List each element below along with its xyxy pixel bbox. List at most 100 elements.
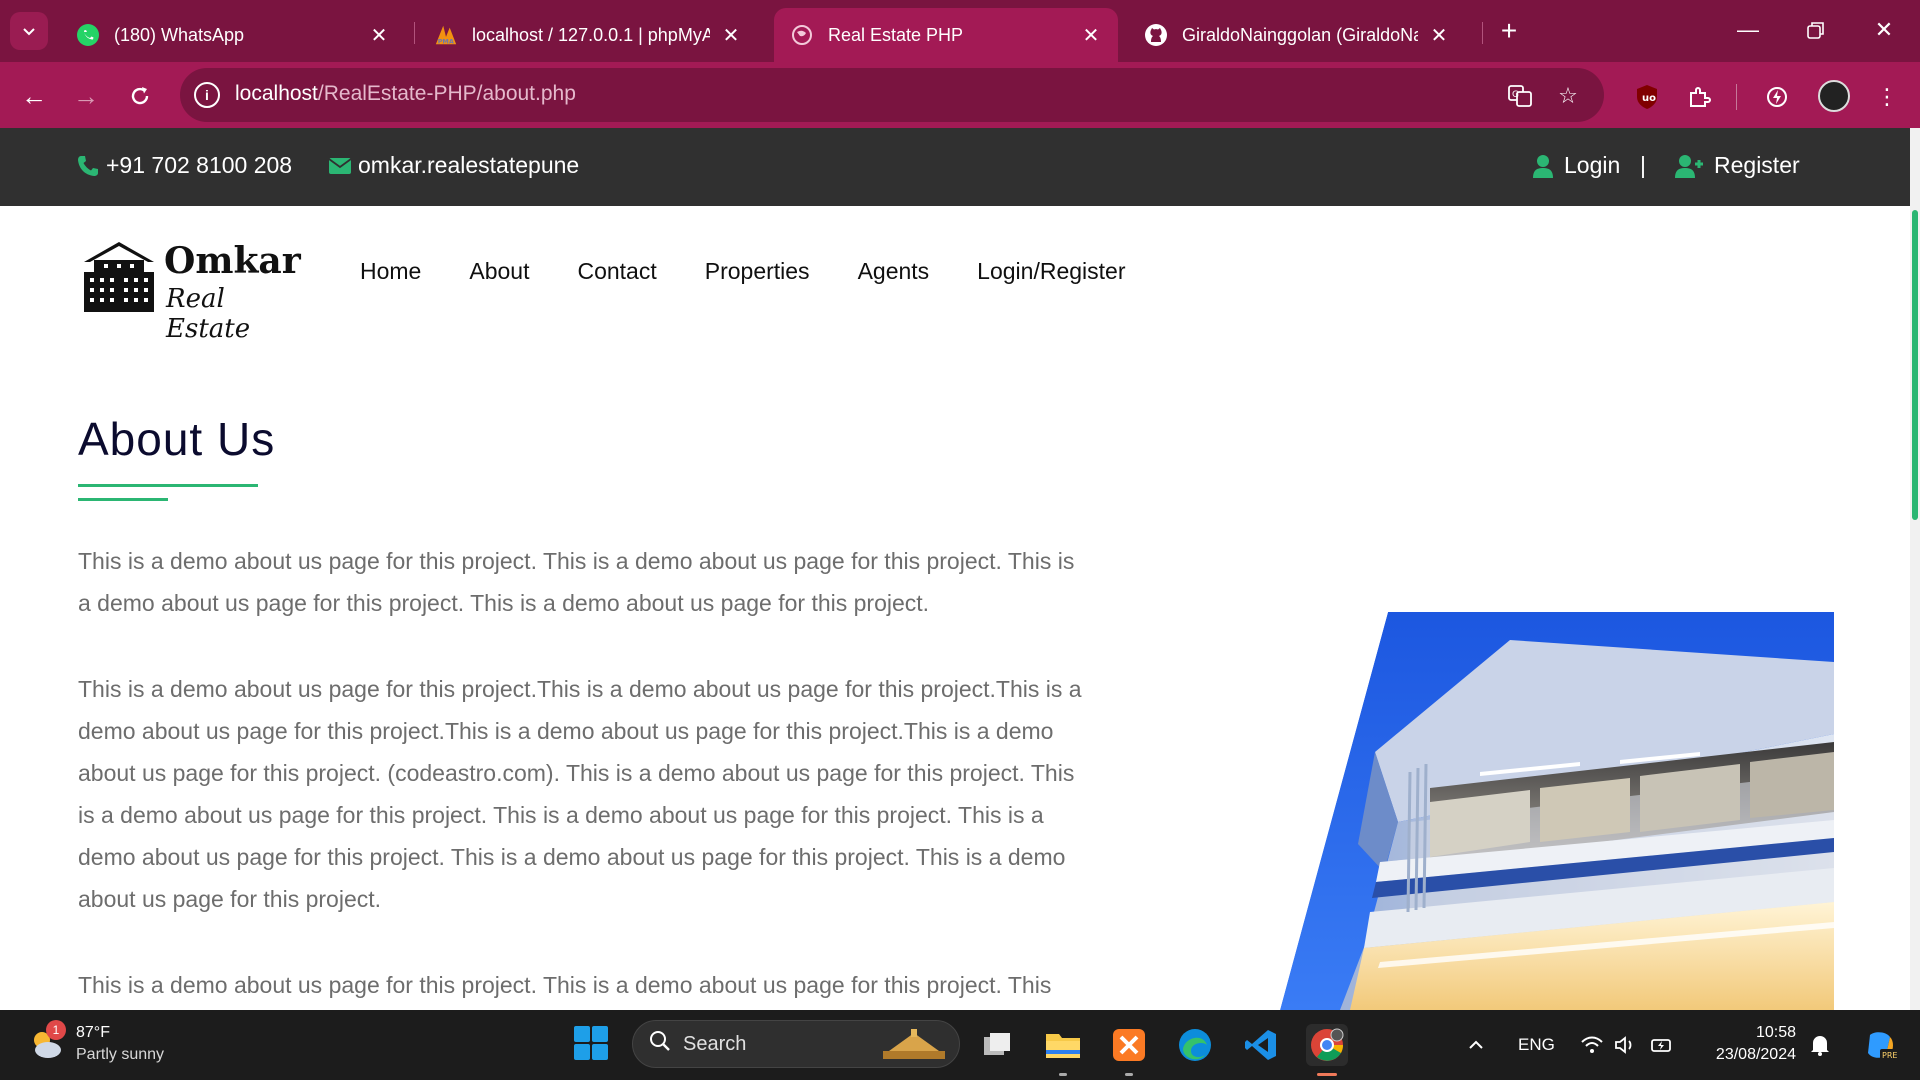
browser-tab-strip: (180) WhatsApp ✕ PMA localhost / 127.0.0… <box>0 0 1920 62</box>
tab-separator <box>1482 22 1483 44</box>
xampp-icon <box>1113 1029 1145 1061</box>
profile-avatar[interactable] <box>1818 80 1850 112</box>
nav-properties[interactable]: Properties <box>705 258 810 285</box>
chevron-down-icon <box>23 28 35 36</box>
weather-widget[interactable]: 1 87°F Partly sunny <box>28 1020 164 1066</box>
kebab-menu-icon[interactable]: ⋮ <box>1872 82 1902 112</box>
reload-icon <box>131 87 149 105</box>
task-view-button[interactable] <box>976 1024 1018 1066</box>
close-icon: ✕ <box>1874 17 1894 42</box>
address-bar[interactable]: i localhost/RealEstate-PHP/about.php G ☆ <box>180 68 1604 122</box>
site-logo[interactable]: Omkar Real Estate <box>82 240 312 344</box>
register-link[interactable]: Register <box>1674 152 1800 179</box>
close-icon[interactable]: ✕ <box>368 24 390 47</box>
chrome-icon <box>1311 1028 1344 1061</box>
about-paragraph: This is a demo about us page for this pr… <box>78 548 1075 616</box>
about-paragraph: This is a demo about us page for this pr… <box>78 676 1082 912</box>
arrow-left-icon: ← <box>21 80 47 111</box>
arrow-right-icon: → <box>73 80 99 111</box>
reload-button[interactable] <box>120 76 160 116</box>
tab-title: GiraldoNainggolan (GiraldoNai <box>1182 24 1418 45</box>
close-window-button[interactable]: ✕ <box>1862 10 1906 50</box>
tab-search-button[interactable] <box>10 12 48 50</box>
tab-whatsapp[interactable]: (180) WhatsApp ✕ <box>60 8 406 62</box>
close-icon[interactable]: ✕ <box>1428 24 1450 47</box>
url-text[interactable]: localhost/RealEstate-PHP/about.php <box>235 82 576 106</box>
wifi-icon[interactable] <box>1580 1010 1604 1080</box>
page-title: About Us <box>78 413 276 465</box>
about-paragraph: This is a demo about us page for this pr… <box>78 972 1052 998</box>
language-label: ENG <box>1518 1035 1555 1054</box>
email-contact[interactable]: omkar.realestatepune <box>328 152 579 179</box>
nav-about[interactable]: About <box>469 258 529 285</box>
partly-sunny-icon: 1 <box>28 1020 66 1062</box>
tab-github[interactable]: GiraldoNainggolan (GiraldoNai ✕ <box>1128 8 1466 62</box>
page-scrollbar[interactable] <box>1910 128 1920 1010</box>
divider-text: | <box>1640 152 1646 178</box>
new-tab-button[interactable]: + <box>1492 14 1526 48</box>
show-hidden-icons[interactable] <box>1466 1010 1486 1080</box>
close-icon[interactable]: ✕ <box>720 24 742 47</box>
about-content: This is a demo about us page for this pr… <box>78 540 1088 1050</box>
vscode-button[interactable] <box>1240 1024 1282 1066</box>
nav-home[interactable]: Home <box>360 258 421 285</box>
clock[interactable]: 10:58 23/08/2024 <box>1700 1022 1796 1066</box>
tab-title: localhost / 127.0.0.1 | phpMyAd <box>472 24 710 45</box>
back-button[interactable]: ← <box>14 76 54 116</box>
scrollbar-thumb[interactable] <box>1912 210 1918 520</box>
title-underline <box>78 484 258 487</box>
url-host: localhost <box>235 82 318 105</box>
login-link[interactable]: Login <box>1532 152 1620 179</box>
ublock-icon[interactable]: uo <box>1632 82 1662 112</box>
svg-text:G: G <box>1512 90 1519 100</box>
envelope-icon <box>328 156 352 176</box>
temperature: 87°F <box>76 1024 110 1041</box>
title-underline-short <box>78 498 168 501</box>
nav-agents[interactable]: Agents <box>858 258 930 285</box>
plus-icon: + <box>1500 15 1518 46</box>
copilot-icon[interactable]: PRE <box>1864 1010 1898 1080</box>
battery-charging-icon[interactable] <box>1650 1010 1676 1080</box>
site-info-icon[interactable]: i <box>194 82 220 108</box>
phone-number: +91 702 8100 208 <box>106 152 293 178</box>
running-indicator <box>1059 1073 1067 1076</box>
close-icon[interactable]: ✕ <box>1080 24 1102 47</box>
building-logo-icon <box>84 242 154 312</box>
translate-icon[interactable]: G <box>1506 82 1534 110</box>
file-explorer-button[interactable] <box>1042 1024 1084 1076</box>
building-illustration <box>1280 612 1834 1010</box>
edge-button[interactable] <box>1174 1024 1216 1066</box>
browser-toolbar: ← → i localhost/RealEstate-PHP/about.php… <box>0 62 1920 128</box>
phpmyadmin-icon: PMA <box>434 23 458 47</box>
edge-icon <box>1179 1029 1211 1061</box>
tab-title: Real Estate PHP <box>828 24 964 45</box>
site-contact-bar: +91 702 8100 208 omkar.realestatepune Lo… <box>0 128 1910 206</box>
tab-phpmyadmin[interactable]: PMA localhost / 127.0.0.1 | phpMyAd ✕ <box>418 8 758 62</box>
phone-contact[interactable]: +91 702 8100 208 <box>76 152 292 179</box>
bookmark-star-icon[interactable]: ☆ <box>1554 82 1582 110</box>
volume-icon[interactable] <box>1614 1010 1638 1080</box>
performance-icon[interactable] <box>1762 82 1792 112</box>
toolbar-separator <box>1736 84 1737 110</box>
windows-taskbar: 1 87°F Partly sunny Search ENG 10:58 23/… <box>0 1010 1920 1080</box>
language-indicator[interactable]: ENG <box>1518 1010 1555 1080</box>
date: 23/08/2024 <box>1715 1046 1796 1063</box>
extensions-icon[interactable] <box>1684 82 1714 112</box>
start-button[interactable] <box>574 1026 610 1062</box>
search-highlight-image <box>879 1027 949 1063</box>
main-navigation: Home About Contact Properties Agents Log… <box>360 258 1173 285</box>
nav-login-register[interactable]: Login/Register <box>977 258 1125 285</box>
user-plus-icon <box>1674 154 1704 178</box>
notifications-icon[interactable] <box>1808 1010 1832 1080</box>
chrome-button[interactable] <box>1306 1024 1348 1076</box>
taskbar-search[interactable]: Search <box>632 1020 960 1068</box>
tab-real-estate[interactable]: Real Estate PHP ✕ <box>774 8 1118 62</box>
vscode-icon <box>1245 1030 1276 1060</box>
nav-contact[interactable]: Contact <box>577 258 656 285</box>
forward-button[interactable]: → <box>66 76 106 116</box>
restore-button[interactable] <box>1794 10 1838 50</box>
weather-text: 87°F Partly sunny <box>76 1022 164 1066</box>
xampp-button[interactable] <box>1108 1024 1150 1076</box>
minimize-button[interactable]: — <box>1726 10 1770 50</box>
svg-text:PMA: PMA <box>438 37 454 45</box>
